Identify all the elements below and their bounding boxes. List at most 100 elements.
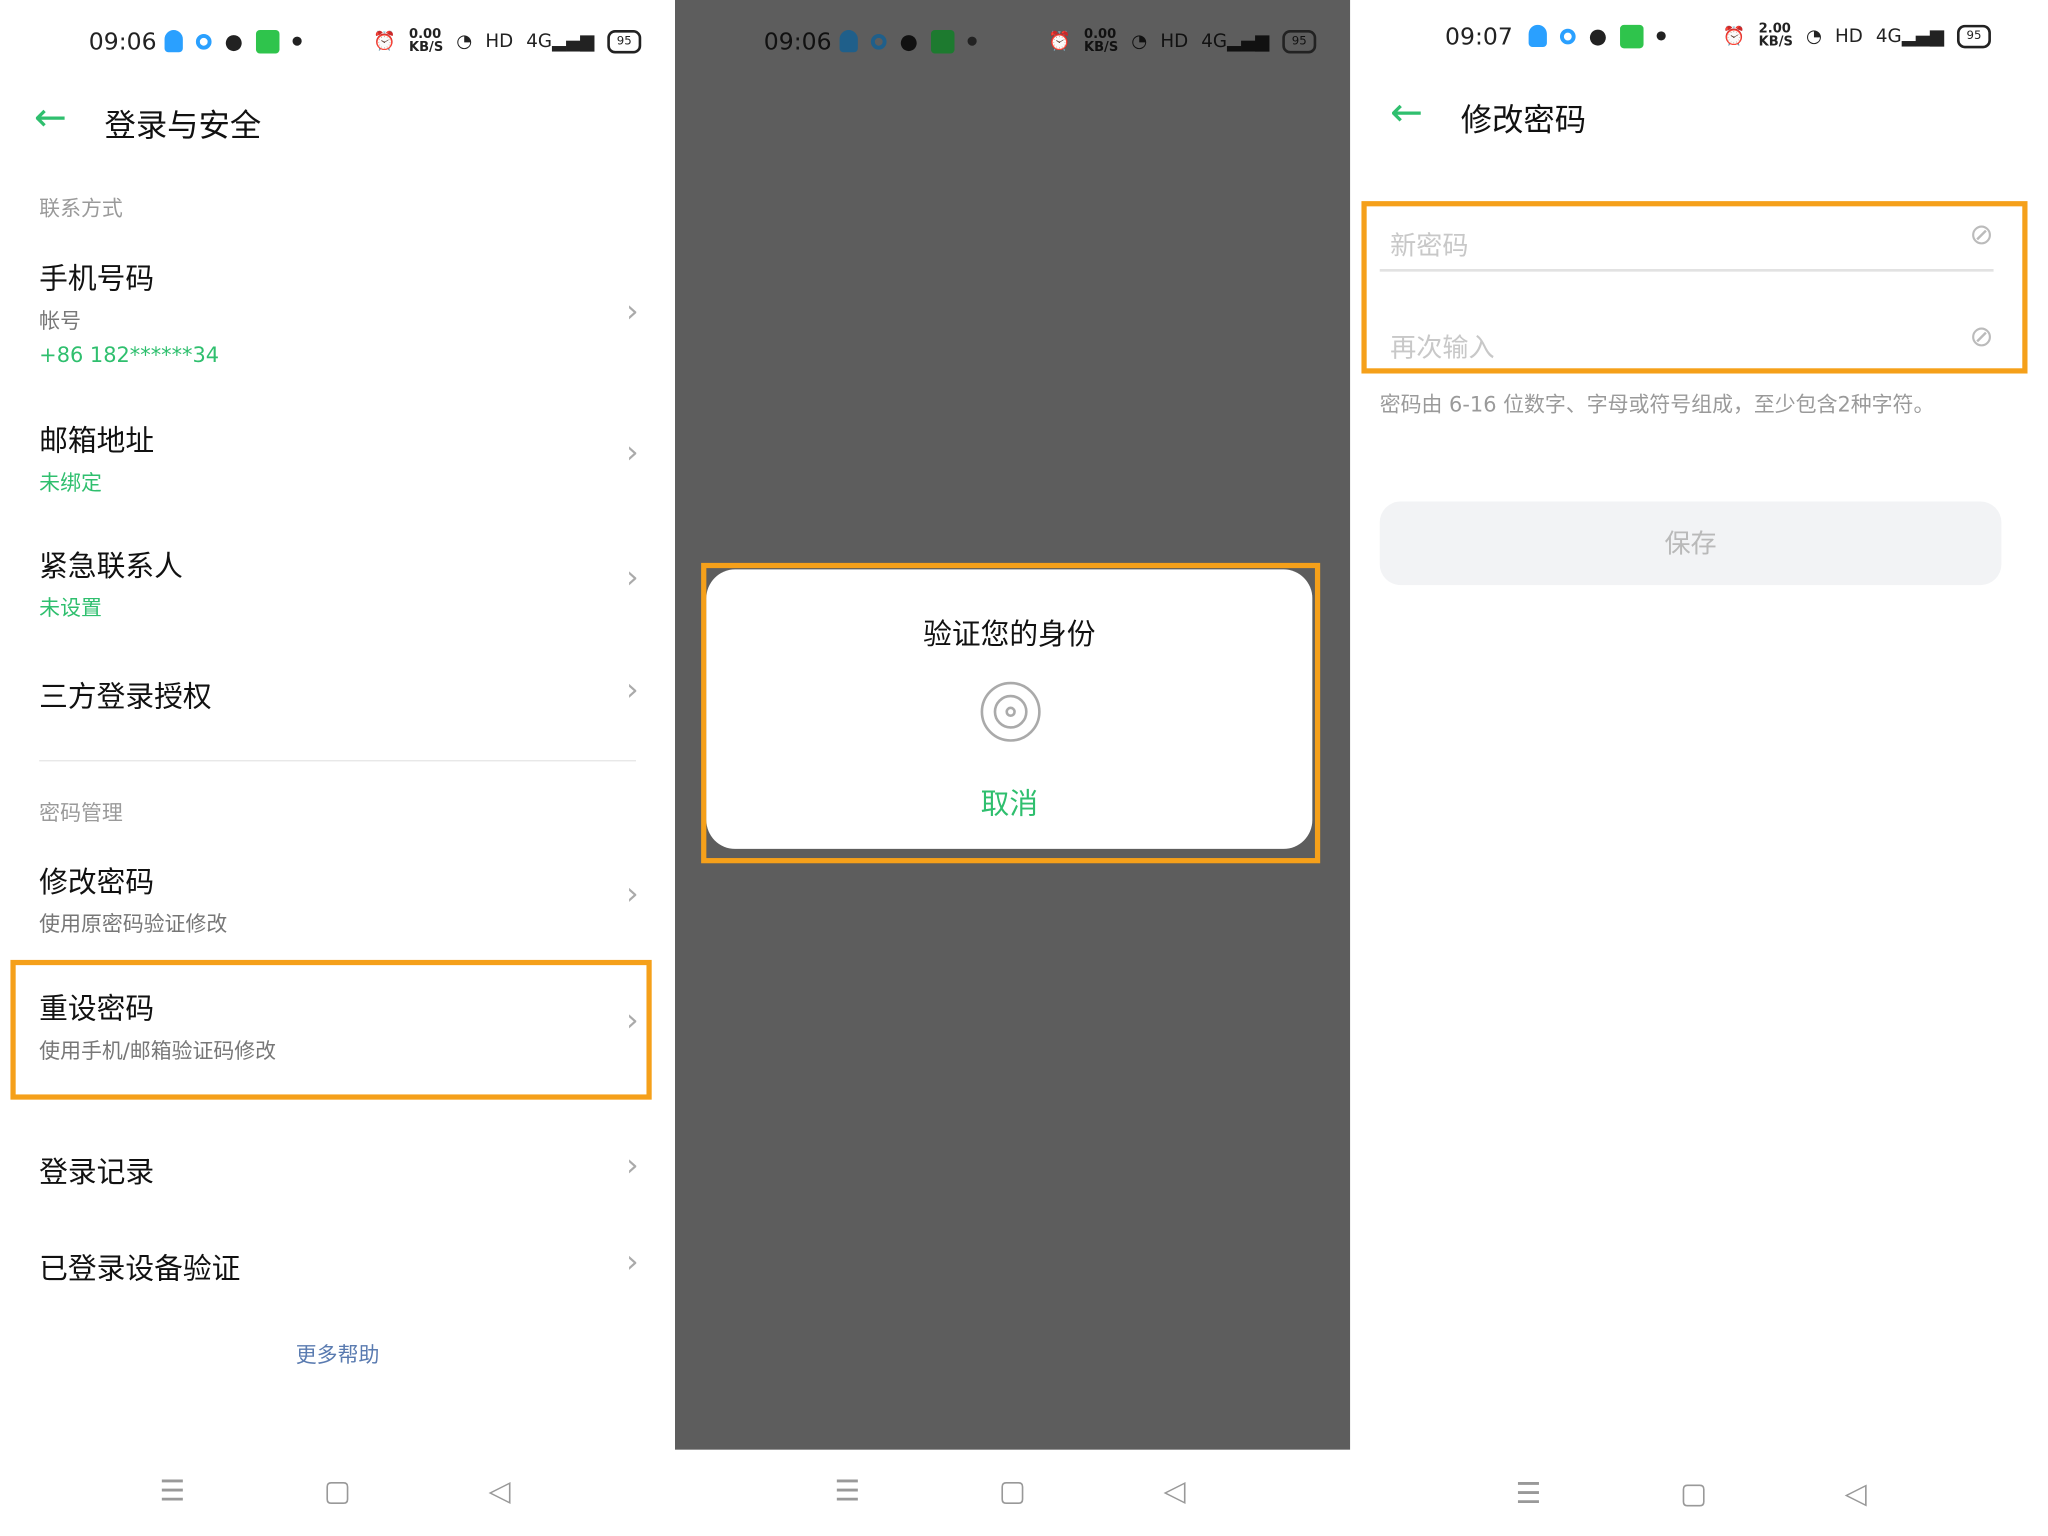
emergency-title: 紧急联系人 [39,551,183,584]
hd-label: HD [485,31,514,53]
page-title: 登录与安全 [104,107,262,144]
chevron-right-icon: › [626,558,639,596]
signal-icon: 4G▂▄▆ [1201,31,1270,53]
reset-password-item[interactable]: 重设密码 使用手机/邮箱验证码修改 › [10,959,652,1100]
more-help-link[interactable]: 更多帮助 [0,1337,675,1368]
section-password: 密码管理 [39,800,123,826]
nav-bar: ☰ ▢ ◁ [675,1476,1350,1536]
green-app-icon [930,29,955,53]
eye-off-icon[interactable]: ⊘ [1969,321,1993,354]
back-arrow-icon[interactable]: ← [34,99,67,138]
battery-icon: 95 [607,30,642,54]
password-fields: 新密码 ⊘ 再次输入 ⊘ [1361,201,2028,374]
screen-verify-identity: 09:06 ● ⏰ 0.00 KB/S ◔ HD 4G▂▄▆ 95 验证您的身份 … [675,0,1351,1536]
verify-dialog: 验证您的身份 取消 [706,569,1313,849]
hd-label: HD [1160,31,1189,53]
wifi-icon: ◔ [1131,31,1148,53]
fingerprint-icon[interactable] [980,681,1041,742]
confirm-password-input[interactable]: 再次输入 [1390,327,1494,365]
device-verify-title: 已登录设备验证 [39,1253,241,1287]
back-arrow-icon[interactable]: ← [1390,93,1423,133]
net-speed: 0.00 KB/S [408,27,444,55]
login-record-title: 登录记录 [39,1157,155,1190]
wechat-icon: ● [899,28,918,54]
chevron-right-icon: › [626,875,639,912]
status-bar: 09:06 ● ⏰ 0.00 KB/S ◔ HD 4G▂▄▆ 95 [675,0,1350,86]
cancel-button[interactable]: 取消 [706,781,1312,823]
dialog-title: 验证您的身份 [923,619,1096,652]
status-bar: 09:07 ● ⏰ 2.00 KB/S ◔ HD 4G▂▄▆ 95 [1351,0,2038,86]
qq-icon [164,30,183,53]
green-app-icon [255,29,280,53]
system-icons: ⏰ 0.00 KB/S ◔ HD 4G▂▄▆ 95 [1048,27,1317,55]
back-triangle-icon[interactable]: ◁ [488,1476,510,1509]
third-party-auth-item[interactable]: 三方登录授权 › [10,663,651,728]
more-dot-icon [1656,31,1666,41]
hd-label: HD [1835,26,1863,48]
wechat-icon: ● [1588,23,1607,49]
menu-icon[interactable]: ☰ [1516,1478,1542,1511]
back-triangle-icon[interactable]: ◁ [1163,1476,1185,1509]
screen-change-password: 09:07 ● ⏰ 2.00 KB/S ◔ HD 4G▂▄▆ 95 ← 修改密码 … [1351,0,2038,1536]
chevron-right-icon: › [626,1243,639,1280]
device-verify-item[interactable]: 已登录设备验证 › [10,1235,651,1300]
login-record-item[interactable]: 登录记录 › [10,1141,651,1206]
section-contact: 联系方式 [39,195,123,221]
change-password-sub: 使用原密码验证修改 [39,911,228,937]
nav-bar: ☰ ▢ ◁ [1351,1478,2038,1535]
phone-item[interactable]: 手机号码 帐号 +86 182******34 › [10,248,651,379]
menu-icon[interactable]: ☰ [834,1476,860,1509]
password-hint: 密码由 6-16 位数字、字母或符号组成，至少包含2种字符。 [1379,391,1935,417]
home-square-icon[interactable]: ▢ [999,1476,1026,1509]
save-button[interactable]: 保存 [1379,501,2002,586]
chevron-right-icon: › [626,1146,639,1184]
chevron-right-icon: › [626,1001,639,1039]
signal-icon: 4G▂▄▆ [526,31,595,53]
app-icon [1559,28,1576,44]
home-square-icon[interactable]: ▢ [324,1476,351,1509]
reset-password-sub: 使用手机/邮箱验证码修改 [39,1038,277,1064]
page-header: ← 登录与安全 [0,94,675,154]
wifi-icon: ◔ [1805,26,1822,48]
menu-icon[interactable]: ☰ [159,1476,185,1509]
chevron-right-icon: › [626,292,639,330]
change-password-title: 修改密码 [39,867,155,900]
status-time: 09:06 [763,28,832,57]
notification-icons: ● [839,28,977,54]
reset-password-title: 重设密码 [39,993,155,1027]
alarm-icon: ⏰ [1048,31,1071,53]
emergency-status: 未设置 [39,595,102,621]
new-password-input[interactable]: 新密码 [1390,225,1468,263]
screen-login-security: 09:06 ● ⏰ 0.00 KB/S ◔ HD 4G▂▄▆ 95 ← 登录与安全… [0,0,676,1536]
chevron-right-icon: › [626,671,639,708]
page-title: 修改密码 [1460,101,1587,139]
notification-icons: ● [164,28,302,54]
new-password-field[interactable]: 新密码 ⊘ [1361,201,2027,300]
system-icons: ⏰ 2.00 KB/S ◔ HD 4G▂▄▆ 95 [1722,22,1991,50]
email-item[interactable]: 邮箱地址 未绑定 › [10,410,651,501]
divider [39,760,637,762]
home-square-icon[interactable]: ▢ [1680,1478,1707,1511]
back-triangle-icon[interactable]: ◁ [1845,1478,1867,1511]
wifi-icon: ◔ [456,31,473,53]
system-icons: ⏰ 0.00 KB/S ◔ HD 4G▂▄▆ 95 [373,27,642,55]
email-title: 邮箱地址 [39,425,155,459]
battery-icon: 95 [1282,30,1317,54]
more-dot-icon [967,36,977,46]
battery-icon: 95 [1956,24,1991,49]
net-speed: 2.00 KB/S [1758,22,1793,50]
qq-icon [1528,24,1547,48]
page-header: ← 修改密码 [1351,89,2038,149]
green-app-icon [1619,24,1644,48]
notification-icons: ● [1528,23,1666,49]
change-password-item[interactable]: 修改密码 使用原密码验证修改 › [10,852,651,943]
alarm-icon: ⏰ [1722,26,1746,48]
nav-bar: ☰ ▢ ◁ [0,1476,675,1536]
net-speed: 0.00 KB/S [1083,27,1119,55]
eye-off-icon[interactable]: ⊘ [1969,219,1993,252]
alarm-icon: ⏰ [373,31,396,53]
emergency-contact-item[interactable]: 紧急联系人 未设置 › [10,535,651,626]
status-bar: 09:06 ● ⏰ 0.00 KB/S ◔ HD 4G▂▄▆ 95 [0,0,675,86]
wechat-icon: ● [224,28,243,54]
phone-title: 手机号码 [39,263,155,297]
